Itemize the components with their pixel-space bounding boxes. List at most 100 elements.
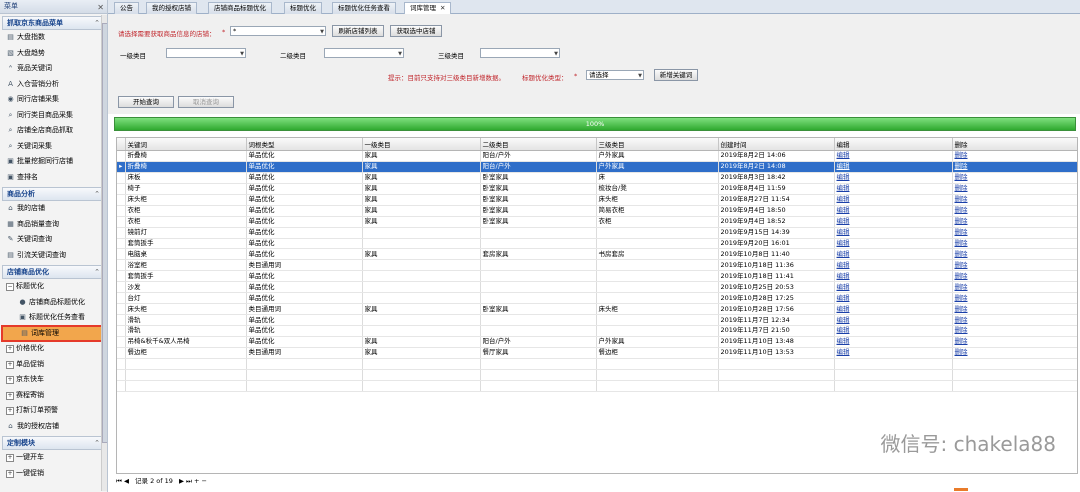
sidebar-item[interactable]: ⌂ 我的店铺 — [0, 201, 107, 217]
table-row[interactable] — [117, 380, 1077, 392]
table-row[interactable]: 床板 单品优化 家具 卧室家具床 2019年8月3日 18:42 编辑 删除 — [117, 172, 1077, 184]
edit-link[interactable]: 编辑 — [837, 250, 850, 258]
sidebar-section-header[interactable]: 商品分析 ⌃ — [2, 187, 105, 201]
edit-link[interactable]: 编辑 — [837, 261, 850, 269]
cat1-select[interactable]: ▼ — [166, 48, 246, 58]
delete-link[interactable]: 删除 — [955, 206, 968, 214]
chevron-up-icon[interactable]: ⌃ — [94, 266, 100, 278]
sidebar-section-header[interactable]: 抓取京东商品菜单 ⌃ — [2, 16, 105, 30]
table-row[interactable]: ▸ 折叠椅 单品优化 家具 阳台/户外 户外家具 2019年8月2日 14:08 编辑 删除 — [117, 161, 1077, 173]
edit-link[interactable]: 编辑 — [837, 228, 850, 236]
tab[interactable]: 标题优化 — [284, 2, 322, 14]
table-row[interactable]: 衣柜 单品优化 家具 卧室家具 简易衣柜 2019年9月4日 18:50 编辑 删除 — [117, 205, 1077, 217]
refresh-store-button[interactable]: 刷新店铺列表 — [332, 25, 384, 37]
delete-link[interactable]: 删除 — [955, 316, 968, 324]
cat3-select[interactable]: ▼ — [480, 48, 560, 58]
delete-link[interactable]: 删除 — [955, 250, 968, 258]
delete-link[interactable]: 删除 — [955, 305, 968, 313]
delete-link[interactable]: 删除 — [955, 151, 968, 159]
prev-page-icon[interactable]: ◀ — [124, 477, 129, 485]
delete-link[interactable]: 删除 — [955, 162, 968, 170]
edit-link[interactable]: 编辑 — [837, 337, 850, 345]
edit-link[interactable]: 编辑 — [837, 195, 850, 203]
delete-link[interactable]: 删除 — [955, 195, 968, 203]
column-header[interactable]: 词根类型 — [246, 138, 363, 151]
sidebar-scrollbar[interactable] — [101, 15, 107, 491]
add-keyword-button[interactable]: 新增关键词 — [654, 69, 698, 81]
edit-link[interactable]: 编辑 — [837, 173, 850, 181]
last-page-icon[interactable]: ⏭ — [186, 477, 192, 485]
column-header[interactable]: 创建时间 — [718, 138, 835, 151]
cat2-select[interactable]: ▼ — [324, 48, 404, 58]
sidebar-item[interactable]: ✎ 关键词查询 — [0, 232, 107, 248]
tab[interactable]: 店铺商品标题优化 — [208, 2, 272, 14]
sidebar-item[interactable]: ● 店铺商品标题优化 — [0, 295, 107, 311]
add-record-icon[interactable]: + — [194, 477, 199, 485]
sidebar-item[interactable]: ⌂ 我的授权店铺 — [0, 419, 107, 435]
delete-link[interactable]: 删除 — [955, 283, 968, 291]
chevron-up-icon[interactable]: ⌃ — [94, 17, 100, 29]
table-row[interactable]: 床头柜 类目通用词 家具 卧室家具 床头柜 2019年10月28日 17:56 编辑 删除 — [117, 303, 1077, 316]
delete-link[interactable]: 删除 — [955, 239, 968, 247]
sidebar-item[interactable]: ▧ 大盘趋势 — [0, 46, 107, 62]
table-row[interactable]: 套筒扳手 单品优化 2019年9月20日 16:01 编辑 删除 — [117, 238, 1077, 250]
sidebar-item[interactable]: A 入仓营销分析 — [0, 77, 107, 93]
next-page-icon[interactable]: ▶ — [179, 477, 184, 485]
table-row[interactable]: 沙发 单品优化 2019年10月25日 20:53 编辑 删除 — [117, 281, 1077, 294]
expand-icon[interactable]: + — [6, 345, 14, 353]
sidebar-item[interactable]: ▦ 商品销量查询 — [0, 217, 107, 233]
store-select[interactable]: * ▼ — [230, 26, 326, 36]
sidebar-item[interactable]: ▤ 词库管理 — [1, 324, 104, 342]
sidebar-item[interactable]: + 京东快车 — [0, 372, 107, 388]
collapse-icon[interactable]: − — [6, 283, 14, 291]
edit-link[interactable]: 编辑 — [837, 206, 850, 214]
table-row[interactable] — [117, 369, 1077, 381]
first-page-icon[interactable]: ⏮ — [116, 477, 122, 485]
delete-link[interactable]: 删除 — [955, 228, 968, 236]
delete-link[interactable]: 删除 — [955, 272, 968, 280]
edit-link[interactable]: 编辑 — [837, 184, 850, 192]
table-row[interactable]: 折叠椅 单品优化 家具 阳台/户外 户外家具 2019年8月2日 14:06 编辑 删除 — [117, 150, 1077, 162]
edit-link[interactable]: 编辑 — [837, 162, 850, 170]
table-row[interactable]: 镜前灯 单品优化 2019年9月15日 14:39 编辑 删除 — [117, 227, 1077, 239]
edit-link[interactable]: 编辑 — [837, 305, 850, 313]
sidebar-item[interactable]: + 一键开车 — [0, 450, 107, 466]
expand-icon[interactable]: + — [6, 454, 14, 462]
sidebar-item[interactable]: ⌕ 关键词采集 — [0, 139, 107, 155]
edit-link[interactable]: 编辑 — [837, 217, 850, 225]
edit-link[interactable]: 编辑 — [837, 294, 850, 302]
delete-link[interactable]: 删除 — [955, 326, 968, 334]
sidebar-section-header[interactable]: 定制模块 ⌃ — [2, 436, 105, 450]
table-row[interactable]: 衣柜 单品优化 家具 卧室家具 衣柜 2019年9月4日 18:52 编辑 删除 — [117, 216, 1077, 228]
delete-link[interactable]: 删除 — [955, 261, 968, 269]
sidebar-item[interactable]: + 一键促销 — [0, 466, 107, 482]
remove-record-icon[interactable]: − — [202, 477, 207, 485]
sidebar-item[interactable]: + 打新订单预警 — [0, 403, 107, 419]
tab[interactable]: 标题优化任务查看 — [332, 2, 396, 14]
delete-link[interactable]: 删除 — [955, 348, 968, 356]
edit-link[interactable]: 编辑 — [837, 272, 850, 280]
table-row[interactable]: 浴室柜 类目通用词 2019年10月18日 11:36 编辑 删除 — [117, 259, 1077, 272]
table-row[interactable]: 滑轨 单品优化 2019年11月7日 12:34 编辑 删除 — [117, 314, 1077, 326]
delete-link[interactable]: 删除 — [955, 337, 968, 345]
sidebar-item[interactable]: ⌕ 店铺全店商品抓取 — [0, 123, 107, 139]
sidebar-item[interactable]: − 标题优化 — [0, 279, 107, 295]
sidebar-item[interactable]: + 赛程寄销 — [0, 388, 107, 404]
close-icon[interactable]: ✕ — [97, 1, 104, 14]
table-row[interactable]: 套筒扳手 单品优化 2019年10月18日 11:41 编辑 删除 — [117, 270, 1077, 283]
sidebar-item[interactable]: ▣ 标题优化任务查看 — [0, 310, 107, 326]
table-row[interactable]: 台灯 单品优化 2019年10月28日 17:25 编辑 删除 — [117, 292, 1077, 305]
column-header[interactable]: 二级类目 — [480, 138, 597, 151]
edit-link[interactable]: 编辑 — [837, 326, 850, 334]
sidebar-item[interactable]: ◉ 同行店铺采集 — [0, 92, 107, 108]
chevron-up-icon[interactable]: ⌃ — [94, 437, 100, 449]
expand-icon[interactable]: + — [6, 391, 14, 400]
delete-link[interactable]: 删除 — [955, 217, 968, 225]
delete-link[interactable]: 删除 — [955, 294, 968, 302]
edit-link[interactable]: 编辑 — [837, 283, 850, 291]
table-row[interactable]: 床头柜 单品优化 家具 卧室家具 床头柜 2019年8月27日 11:54 编辑 删除 — [117, 194, 1077, 206]
sidebar-item[interactable]: ▤ 引流关键词查询 — [0, 248, 107, 264]
sidebar-item[interactable]: ⌕ 同行类目商品采集 — [0, 108, 107, 124]
tab[interactable]: 公告 — [114, 2, 139, 14]
edit-link[interactable]: 编辑 — [837, 239, 850, 247]
